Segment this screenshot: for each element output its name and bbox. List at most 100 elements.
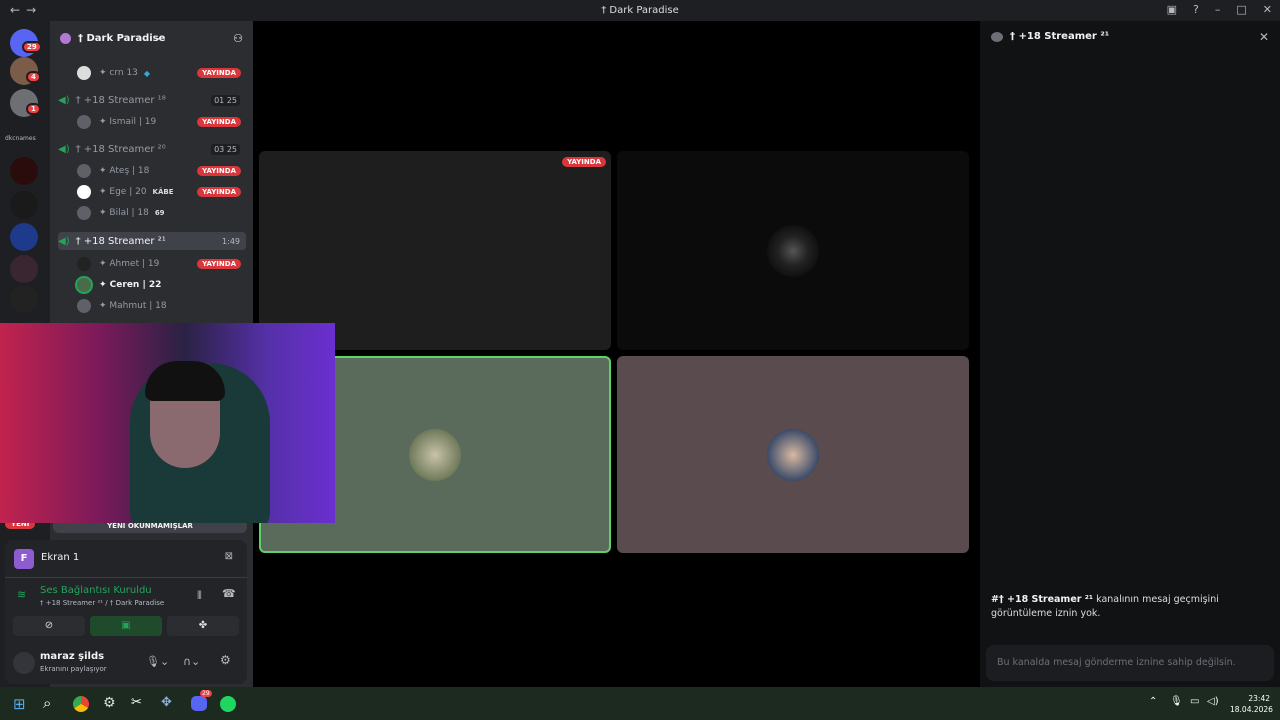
- voice-user[interactable]: ✦ Ateş | 18 YAYINDA: [77, 162, 247, 180]
- avatar: [77, 278, 91, 292]
- participant-tile[interactable]: [617, 356, 969, 553]
- live-badge: YAYINDA: [197, 187, 241, 197]
- my-status: Ekranını paylaşıyor: [40, 665, 107, 673]
- taskbar: ⊞ ⌕ ⚙ ✂ ✥ 29 ⌃ 🎙︎ ▭ ◁) 23:42 18.04.2026: [0, 687, 1280, 720]
- call-duration: 1:49: [222, 236, 240, 246]
- message-input[interactable]: Bu kanalda mesaj gönderme iznine sahip d…: [986, 645, 1274, 681]
- help-icon[interactable]: ?: [1193, 3, 1199, 16]
- user-name: ✦ Ismail | 19: [99, 117, 157, 127]
- tray-network-icon[interactable]: ▭: [1190, 696, 1199, 707]
- activities-button[interactable]: ✤: [167, 616, 239, 636]
- voice-status[interactable]: Ses Bağlantısı Kuruldu: [40, 585, 152, 596]
- user-limit: 03 25: [211, 143, 240, 155]
- live-badge: YAYINDA: [197, 68, 241, 78]
- live-badge: YAYINDA: [197, 166, 241, 176]
- capcut-icon[interactable]: ✂: [131, 695, 142, 710]
- screen-name: Ekran 1: [41, 552, 80, 563]
- channel-chat-panel: † +18 Streamer ²¹ ✕ #† +18 Streamer ²¹ k…: [980, 21, 1280, 687]
- avatar: [77, 257, 91, 271]
- maximize-icon[interactable]: □: [1236, 3, 1246, 16]
- inbox-icon[interactable]: ▣: [1167, 3, 1177, 16]
- search-icon[interactable]: ⌕: [43, 694, 51, 712]
- disconnect-icon[interactable]: ☎: [222, 587, 236, 600]
- webcam-overlay: [0, 323, 335, 523]
- user-limit: 01 25: [211, 94, 240, 106]
- voice-channel[interactable]: ◀) † +18 Streamer ¹⁸ 01 25: [58, 91, 246, 109]
- video-stage: YAYINDA: [253, 21, 975, 687]
- channel-name: † +18 Streamer ²⁰: [75, 143, 166, 155]
- close-icon[interactable]: ✕: [1259, 30, 1269, 44]
- participant-tile[interactable]: [617, 151, 969, 350]
- add-member-icon[interactable]: ⚇: [233, 32, 243, 45]
- server-label: dkcnames: [5, 135, 36, 142]
- avatar: [77, 299, 91, 313]
- clock[interactable]: 23:42 18.04.2026: [1230, 693, 1273, 715]
- settings-gear-icon[interactable]: ⚙: [220, 653, 231, 667]
- server-icon[interactable]: [10, 191, 38, 219]
- voice-user[interactable]: ✦ Ahmet | 19 YAYINDA: [77, 255, 247, 273]
- speaker-icon: ◀): [58, 235, 70, 247]
- windows-start-icon[interactable]: ⊞: [13, 695, 26, 713]
- voice-user[interactable]: ✦ Ismail | 19 YAYINDA: [77, 113, 247, 131]
- avatar[interactable]: [13, 652, 35, 674]
- headphones-icon[interactable]: ∩⌄: [183, 655, 200, 668]
- channel-name: † +18 Streamer ²¹: [75, 235, 166, 247]
- mic-icon[interactable]: 🎙︎⌄: [146, 655, 169, 668]
- live-badge: YAYINDA: [197, 259, 241, 269]
- no-permission-notice: #† +18 Streamer ²¹ kanalının mesaj geçmi…: [991, 593, 1271, 621]
- avatar: [77, 115, 91, 129]
- server-badge: 4: [26, 71, 41, 83]
- gem-icon: ◆: [143, 68, 151, 78]
- voice-user[interactable]: ✦ Ceren | 22: [77, 276, 247, 294]
- chevron-down-icon: ⌄: [154, 33, 162, 43]
- user-name: ✦ Ahmet | 19: [99, 259, 160, 269]
- screen-share-button[interactable]: ▣: [90, 616, 162, 636]
- message-input-placeholder: Bu kanalda mesaj gönderme iznine sahip d…: [997, 657, 1236, 668]
- chat-title: † +18 Streamer ²¹: [1010, 31, 1110, 42]
- server-icon[interactable]: [10, 255, 38, 283]
- signal-icon: ≋: [17, 588, 27, 601]
- voice-user[interactable]: ✦ Bilal | 18 69: [77, 204, 247, 222]
- user-name: ✦ Mahmut | 18: [99, 301, 167, 311]
- voice-channel[interactable]: ◀) † +18 Streamer ²⁰ 03 25: [58, 140, 246, 158]
- tray-chevron-icon[interactable]: ⌃: [1149, 696, 1157, 707]
- window-title: † Dark Paradise: [0, 5, 1280, 16]
- discord-icon[interactable]: [191, 696, 207, 711]
- tray-volume-icon[interactable]: ◁): [1207, 696, 1219, 707]
- voice-user[interactable]: ✦ Ege | 20 KÂBE YAYINDA: [77, 183, 247, 201]
- server-icon[interactable]: [10, 223, 38, 251]
- voice-user[interactable]: ✦ crn 13 ◆ YAYINDA: [77, 64, 247, 82]
- user-name: ✦ Ateş | 18: [99, 166, 150, 176]
- discord-badge: 29: [200, 690, 212, 697]
- voice-channel-active[interactable]: ◀) † +18 Streamer ²¹ 1:49: [58, 232, 246, 250]
- notice-channel: #† +18 Streamer ²¹: [991, 594, 1094, 605]
- server-header[interactable]: † Dark Paradise ⌄ ⚇: [50, 21, 253, 55]
- avatar: [77, 66, 91, 80]
- server-badge: 1: [26, 103, 41, 115]
- tray-mic-icon[interactable]: 🎙︎: [1170, 696, 1183, 707]
- server-icon[interactable]: [10, 157, 38, 185]
- unread-label: YENİ OKUNMAMIŞLAR: [107, 522, 193, 530]
- spotify-icon[interactable]: [220, 696, 236, 712]
- network-app-icon[interactable]: ✥: [161, 695, 172, 710]
- live-badge: YAYINDA: [562, 157, 606, 167]
- avatar: [409, 428, 461, 481]
- clock-time: 23:42: [1248, 694, 1270, 703]
- voice-path: † +18 Streamer ²¹ / † Dark Paradise: [40, 599, 165, 607]
- close-window-icon[interactable]: ✕: [1263, 3, 1272, 16]
- stop-stream-icon[interactable]: ⊠: [225, 551, 233, 562]
- minimize-icon[interactable]: –: [1215, 3, 1221, 16]
- user-name: ✦ crn 13: [99, 68, 138, 78]
- server-name: † Dark Paradise: [78, 32, 166, 44]
- noise-suppression-icon[interactable]: ⦀: [197, 589, 202, 603]
- chrome-icon[interactable]: [73, 696, 89, 712]
- user-name: ✦ Bilal | 18: [99, 208, 149, 218]
- stream-tile[interactable]: YAYINDA: [259, 151, 611, 350]
- camera-off-button[interactable]: ⊘: [13, 616, 85, 636]
- app-icon[interactable]: ⚙: [103, 695, 116, 711]
- server-icon[interactable]: [10, 285, 38, 313]
- title-bar: ←→ † Dark Paradise ▣ ? – □ ✕: [0, 0, 1280, 21]
- speaker-icon: ◀): [58, 94, 70, 106]
- voice-user[interactable]: ✦ Mahmut | 18: [77, 297, 247, 315]
- avatar: [77, 185, 91, 199]
